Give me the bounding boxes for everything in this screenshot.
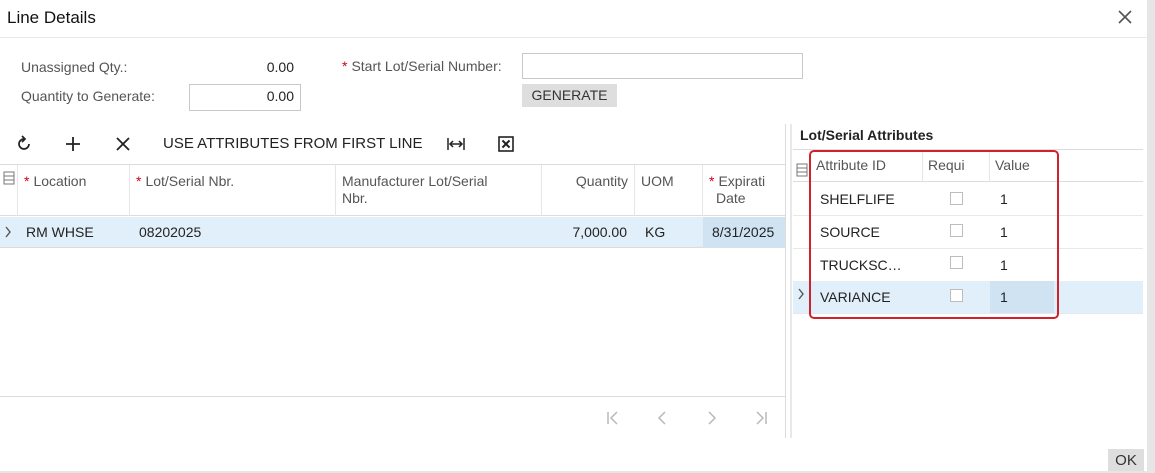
delete-icon[interactable] (111, 131, 135, 157)
start-lot-field[interactable] (522, 53, 803, 79)
start-lot-label-text: Start Lot/Serial Number: (351, 58, 502, 74)
export-excel-icon[interactable] (494, 131, 518, 157)
add-icon[interactable] (61, 131, 85, 157)
attributes-grid-header: Attribute ID Requi Value (793, 150, 1143, 182)
column-header-lot-serial[interactable]: * Lot/Serial Nbr. (130, 165, 336, 216)
cell-uom[interactable]: KG (635, 217, 703, 248)
next-page-icon[interactable] (700, 406, 724, 430)
cell-location[interactable]: RM WHSE (18, 217, 130, 248)
previous-page-icon[interactable] (650, 406, 674, 430)
attributes-grid: Attribute ID Requi Value SHELFLIFE 1 SOU… (793, 149, 1143, 314)
background-strip (1147, 0, 1155, 471)
lines-grid-right-border (785, 124, 786, 438)
start-lot-label: * Start Lot/Serial Number: (342, 58, 502, 74)
qty-to-generate-label: Quantity to Generate: (21, 88, 155, 104)
column-header-quantity[interactable]: Quantity (542, 165, 635, 216)
refresh-icon[interactable] (12, 131, 36, 157)
required-checkbox[interactable] (950, 256, 963, 269)
attributes-panel-title: Lot/Serial Attributes (800, 127, 934, 143)
required-checkbox[interactable] (950, 224, 963, 237)
required-marker: * (709, 173, 715, 189)
cell-attribute-id[interactable]: VARIANCE (820, 281, 891, 313)
dialog-title: Line Details (7, 8, 96, 27)
column-header-value[interactable]: Value (990, 150, 1143, 182)
column-header-uom[interactable]: UOM (635, 165, 703, 216)
column-header-attribute-id[interactable]: Attribute ID (811, 150, 923, 182)
generate-button[interactable]: GENERATE (522, 84, 617, 107)
unassigned-qty-label: Unassigned Qty.: (21, 59, 128, 75)
required-marker: * (24, 173, 30, 189)
column-header-lot-serial-text: Lot/Serial Nbr. (145, 173, 235, 189)
required-checkbox[interactable] (950, 289, 963, 302)
column-header-manufacturer-lot[interactable]: Manufacturer Lot/Serial Nbr. (336, 165, 542, 216)
close-icon[interactable] (1115, 7, 1135, 27)
cell-lot-serial[interactable]: 08202025 (130, 217, 336, 248)
cell-value[interactable]: 1 (1000, 216, 1008, 248)
title-divider (0, 37, 1147, 38)
unassigned-qty-value: 0.00 (266, 59, 294, 75)
cell-quantity[interactable]: 7,000.00 (542, 217, 635, 248)
table-row[interactable]: SHELFLIFE 1 (793, 183, 1143, 216)
column-header-expiration-line2: Date (716, 190, 746, 206)
column-header-location[interactable]: * Location (18, 165, 130, 216)
cell-attribute-id[interactable]: TRUCKSC… (820, 249, 902, 281)
fit-columns-icon[interactable] (444, 131, 468, 157)
qty-to-generate-field[interactable]: 0.00 (189, 84, 301, 111)
table-row[interactable]: RM WHSE 08202025 7,000.00 KG 8/31/2025 (0, 217, 785, 248)
cell-value[interactable]: 1 (1000, 183, 1008, 215)
table-row[interactable]: TRUCKSC… 1 (793, 249, 1143, 282)
row-selector-header-icon[interactable] (793, 150, 811, 182)
column-header-expiration-line1: Expirati (718, 173, 766, 189)
required-marker: * (342, 58, 348, 74)
table-row[interactable]: SOURCE 1 (793, 216, 1143, 249)
cell-attribute-id[interactable]: SHELFLIFE (820, 183, 895, 215)
line-details-dialog: Line Details Unassigned Qty.: 0.00 Quant… (0, 0, 1147, 471)
ok-button[interactable]: OK (1108, 449, 1144, 471)
first-page-icon[interactable] (601, 406, 625, 430)
column-header-location-text: Location (33, 173, 87, 189)
row-selector-header-icon[interactable] (0, 165, 18, 216)
last-page-icon[interactable] (749, 406, 773, 430)
row-pointer-icon (796, 281, 806, 313)
use-attributes-button[interactable]: USE ATTRIBUTES FROM FIRST LINE (163, 135, 422, 152)
column-header-manufacturer-lot-line1: Manufacturer Lot/Serial (342, 173, 488, 189)
cell-expiration[interactable]: 8/31/2025 (703, 217, 785, 248)
cell-value[interactable]: 1 (1000, 249, 1008, 281)
lines-grid-footer-divider (0, 396, 785, 397)
table-row[interactable]: VARIANCE 1 (793, 281, 1143, 314)
required-marker: * (136, 173, 142, 189)
cell-manufacturer-lot[interactable] (336, 217, 542, 248)
cell-value[interactable]: 1 (1000, 281, 1008, 313)
column-header-expiration[interactable]: * Expirati Date (703, 165, 785, 216)
panel-splitter[interactable] (790, 124, 792, 438)
required-checkbox[interactable] (950, 192, 963, 205)
column-header-manufacturer-lot-line2: Nbr. (342, 190, 368, 206)
row-pointer-icon (0, 217, 18, 248)
column-header-required[interactable]: Requi (923, 150, 990, 182)
lines-grid-header: * Location * Lot/Serial Nbr. Manufacturer … (0, 165, 785, 216)
cell-attribute-id[interactable]: SOURCE (820, 216, 880, 248)
